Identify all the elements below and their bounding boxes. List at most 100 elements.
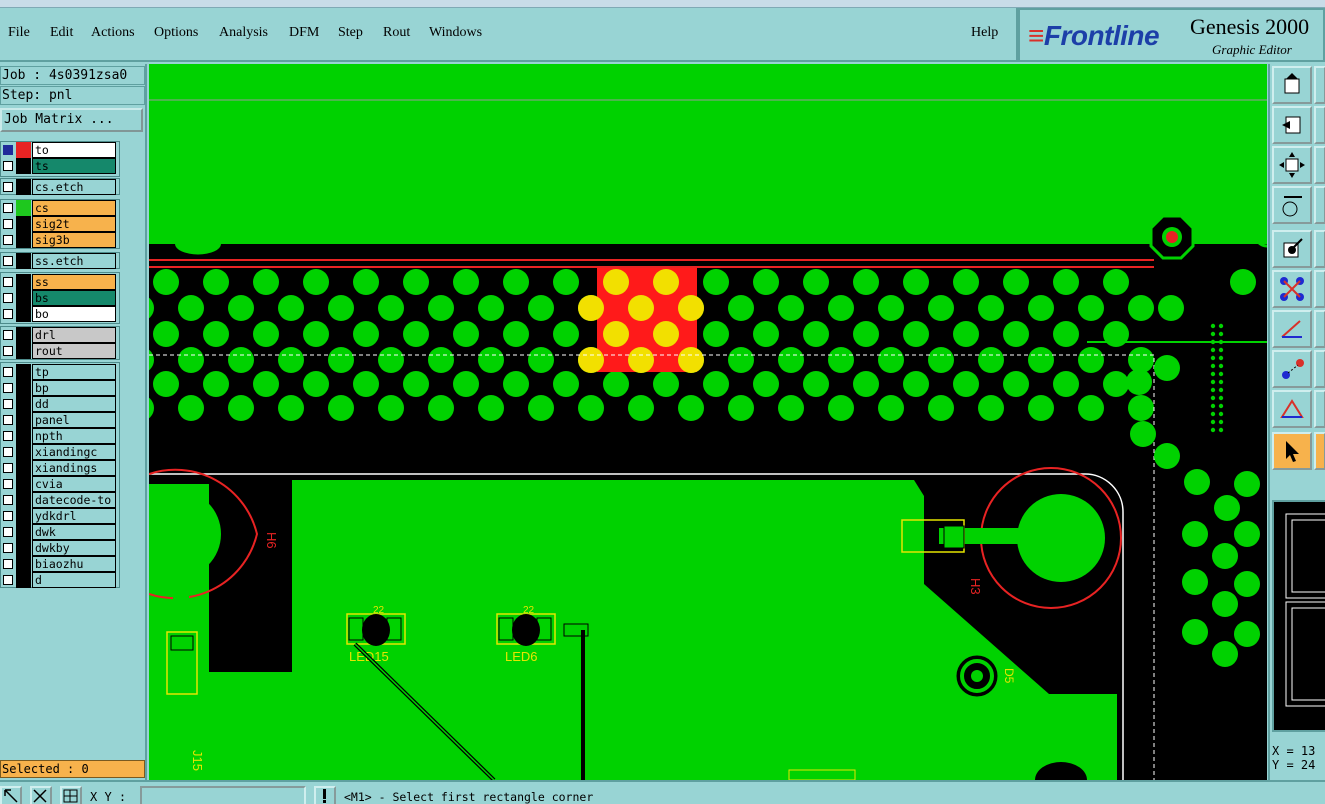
move-feature-button[interactable] — [1272, 350, 1312, 388]
menu-dfm[interactable]: DFM — [289, 25, 319, 41]
menu-help[interactable]: Help — [971, 25, 998, 41]
tool-extra-9[interactable] — [1314, 390, 1325, 428]
draw-line-button[interactable] — [1272, 310, 1312, 348]
layer-row-sig3b[interactable]: sig3b — [0, 232, 117, 248]
layer-row-tp[interactable]: tp — [0, 364, 117, 380]
layer-color-swatch[interactable] — [16, 232, 31, 248]
layer-checkbox[interactable] — [3, 182, 13, 192]
layer-checkbox[interactable] — [3, 161, 13, 171]
layer-color-swatch[interactable] — [16, 556, 31, 572]
xy-input[interactable] — [140, 786, 306, 804]
cursor-mode-button[interactable] — [0, 786, 22, 804]
layer-row-dwkby[interactable]: dwkby — [0, 540, 117, 556]
layer-checkbox[interactable] — [3, 219, 13, 229]
tool-extra-3[interactable] — [1314, 146, 1325, 184]
layer-checkbox[interactable] — [3, 367, 13, 377]
layer-row-xiandingc[interactable]: xiandingc — [0, 444, 117, 460]
layer-row-cs.etch[interactable]: cs.etch — [0, 179, 117, 195]
tool-extra-10[interactable] — [1314, 432, 1325, 470]
layer-name[interactable]: bs — [32, 290, 116, 306]
layer-checkbox[interactable] — [3, 543, 13, 553]
menu-file[interactable]: File — [8, 25, 30, 41]
graphic-canvas[interactable]: H6 H3 D5 22 LED15 — [149, 64, 1267, 780]
tool-extra-1[interactable] — [1314, 66, 1325, 104]
layer-checkbox[interactable] — [3, 559, 13, 569]
message-button[interactable] — [314, 786, 336, 804]
pcb-view[interactable]: H6 H3 D5 22 LED15 — [149, 64, 1267, 780]
layer-checkbox[interactable] — [3, 463, 13, 473]
layer-row-xiandings[interactable]: xiandings — [0, 460, 117, 476]
layer-row-d[interactable]: d — [0, 572, 117, 588]
zoom-back-button[interactable] — [1272, 106, 1312, 144]
layer-color-swatch[interactable] — [16, 508, 31, 524]
layer-name[interactable]: ss — [32, 274, 116, 290]
layer-checkbox[interactable] — [3, 293, 13, 303]
layer-row-biaozhu[interactable]: biaozhu — [0, 556, 117, 572]
layer-row-datecode-to[interactable]: datecode-to — [0, 492, 117, 508]
tool-extra-6[interactable] — [1314, 270, 1325, 308]
job-matrix-button[interactable]: Job Matrix ... — [0, 108, 143, 132]
layer-row-drl[interactable]: drl — [0, 327, 117, 343]
layer-name[interactable]: datecode-to — [32, 492, 116, 508]
layer-row-rout[interactable]: rout — [0, 343, 117, 359]
layer-color-swatch[interactable] — [16, 492, 31, 508]
layer-color-swatch[interactable] — [16, 274, 31, 290]
layer-name[interactable]: cvia — [32, 476, 116, 492]
layer-row-npth[interactable]: npth — [0, 428, 117, 444]
layer-name[interactable]: d — [32, 572, 116, 588]
layer-color-swatch[interactable] — [16, 396, 31, 412]
tool-extra-8[interactable] — [1314, 350, 1325, 388]
layer-row-bo[interactable]: bo — [0, 306, 117, 322]
measure-button[interactable] — [1272, 186, 1312, 224]
layer-name[interactable]: rout — [32, 343, 116, 359]
layer-checkbox[interactable] — [3, 256, 13, 266]
layer-color-swatch[interactable] — [16, 444, 31, 460]
layer-color-swatch[interactable] — [16, 524, 31, 540]
layer-color-swatch[interactable] — [16, 142, 31, 158]
layer-row-dwk[interactable]: dwk — [0, 524, 117, 540]
layer-checkbox[interactable] — [3, 145, 13, 155]
layer-name[interactable]: drl — [32, 327, 116, 343]
layer-row-sig2t[interactable]: sig2t — [0, 216, 117, 232]
layer-name[interactable]: dd — [32, 396, 116, 412]
zoom-fit-button[interactable] — [1272, 146, 1312, 184]
layer-checkbox[interactable] — [3, 479, 13, 489]
tool-extra-2[interactable] — [1314, 106, 1325, 144]
layer-color-swatch[interactable] — [16, 290, 31, 306]
layer-color-swatch[interactable] — [16, 572, 31, 588]
layer-name[interactable]: ss.etch — [32, 253, 116, 269]
layer-checkbox[interactable] — [3, 415, 13, 425]
layer-color-swatch[interactable] — [16, 540, 31, 556]
angle-button[interactable] — [1272, 390, 1312, 428]
layer-name[interactable]: tp — [32, 364, 116, 380]
layer-name[interactable]: cs.etch — [32, 179, 116, 195]
layer-name[interactable]: xiandings — [32, 460, 116, 476]
menu-edit[interactable]: Edit — [50, 25, 73, 41]
tool-extra-5[interactable] — [1314, 230, 1325, 268]
layer-row-ts[interactable]: ts — [0, 158, 117, 174]
layer-checkbox[interactable] — [3, 235, 13, 245]
layer-name[interactable]: sig2t — [32, 216, 116, 232]
tool-extra-4[interactable] — [1314, 186, 1325, 224]
layer-name[interactable]: biaozhu — [32, 556, 116, 572]
layer-row-ydkdrl[interactable]: ydkdrl — [0, 508, 117, 524]
layer-name[interactable]: cs — [32, 200, 116, 216]
zoom-home-button[interactable] — [1272, 66, 1312, 104]
menu-windows[interactable]: Windows — [429, 25, 482, 41]
layer-checkbox[interactable] — [3, 495, 13, 505]
layer-row-cs[interactable]: cs — [0, 200, 117, 216]
layer-name[interactable]: npth — [32, 428, 116, 444]
layer-row-dd[interactable]: dd — [0, 396, 117, 412]
layer-row-ss.etch[interactable]: ss.etch — [0, 253, 117, 269]
layer-checkbox[interactable] — [3, 527, 13, 537]
layer-checkbox[interactable] — [3, 399, 13, 409]
layer-name[interactable]: sig3b — [32, 232, 116, 248]
layer-color-swatch[interactable] — [16, 460, 31, 476]
layer-row-cvia[interactable]: cvia — [0, 476, 117, 492]
menu-actions[interactable]: Actions — [91, 25, 135, 41]
layer-checkbox[interactable] — [3, 277, 13, 287]
layer-name[interactable]: dwkby — [32, 540, 116, 556]
layer-name[interactable]: bo — [32, 306, 116, 322]
layer-row-ss[interactable]: ss — [0, 274, 117, 290]
add-feature-button[interactable] — [1272, 230, 1312, 268]
